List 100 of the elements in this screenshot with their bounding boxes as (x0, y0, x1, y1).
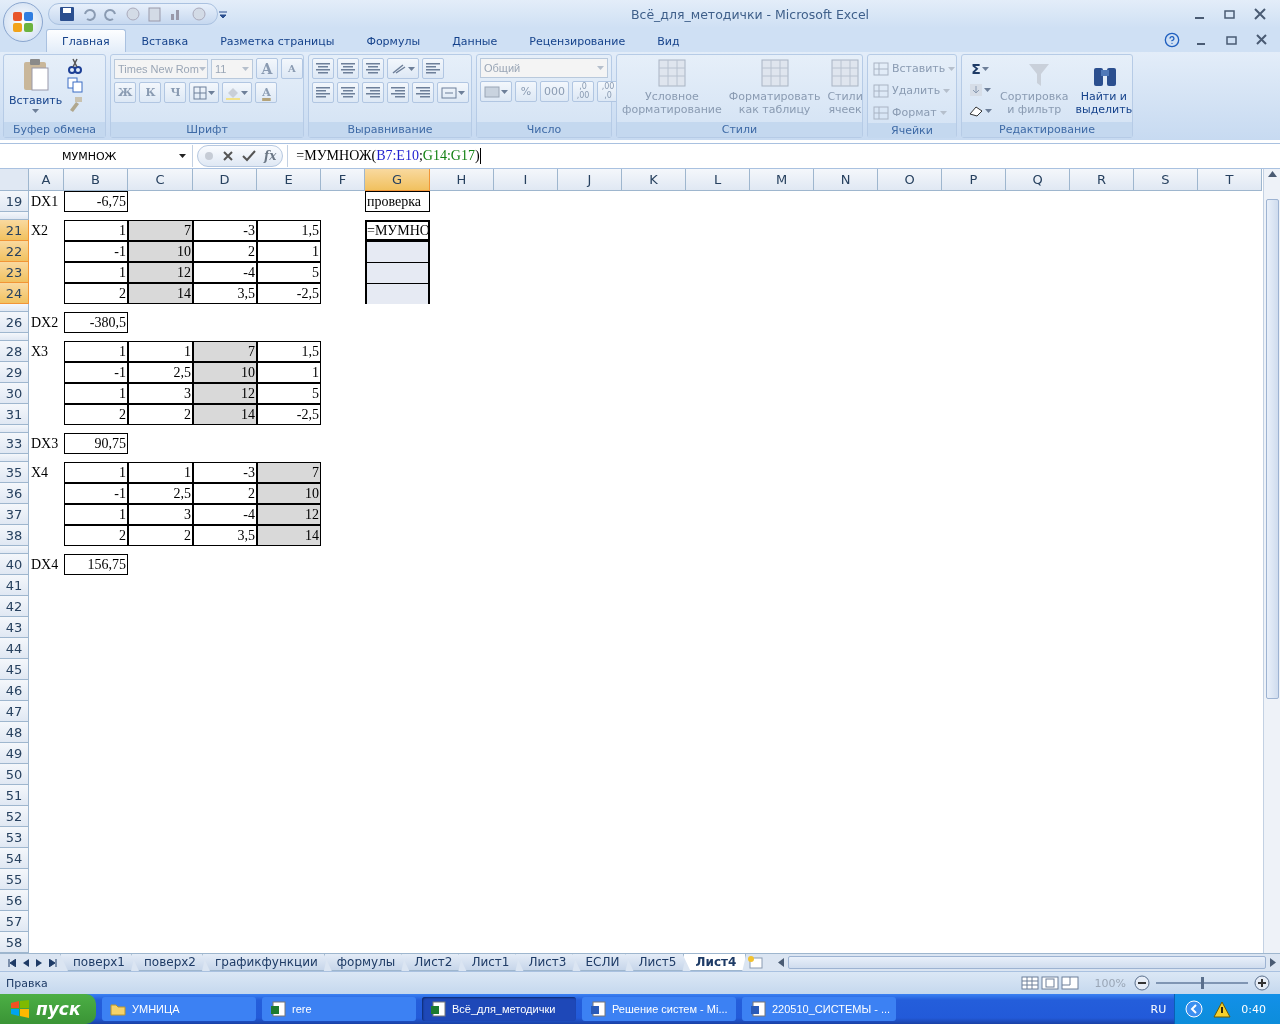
sheet-cell[interactable]: 10 (193, 362, 257, 383)
taskbar-button[interactable]: Решение систем - Mi... (582, 997, 736, 1021)
row-header[interactable]: 37 (0, 504, 29, 525)
sheet-cell[interactable]: 2 (64, 525, 128, 546)
sheet-cell[interactable]: проверка (365, 191, 430, 212)
sheet-cell[interactable]: 14 (257, 525, 321, 546)
scroll-up-icon[interactable] (1267, 171, 1277, 177)
row-header[interactable]: 55 (0, 869, 29, 890)
sheet-cell[interactable]: -6,75 (64, 191, 128, 212)
sheet-cell[interactable]: =МУМНО (365, 220, 430, 241)
row-header[interactable]: 23 (0, 262, 29, 283)
sheet-cell[interactable] (365, 283, 430, 304)
sheet-tab[interactable]: Лист5 (625, 954, 687, 971)
sheet-cell[interactable]: X4 (29, 462, 64, 483)
row-header[interactable]: 36 (0, 483, 29, 504)
column-header[interactable]: O (878, 169, 942, 191)
sheet-cell[interactable]: 5 (257, 262, 321, 283)
column-header[interactable]: H (430, 169, 494, 191)
row-header[interactable]: 50 (0, 764, 29, 785)
name-box[interactable]: МУМНОЖ (0, 145, 193, 167)
sheet-cell[interactable]: 2 (64, 404, 128, 425)
column-header[interactable]: F (321, 169, 365, 191)
merge-button[interactable] (437, 82, 469, 103)
sheet-cell[interactable]: 3 (128, 383, 193, 404)
last-sheet-icon[interactable] (48, 958, 57, 967)
column-header[interactable]: E (257, 169, 321, 191)
row-header[interactable]: 29 (0, 362, 29, 383)
row-header[interactable] (0, 333, 29, 341)
insert-function-button[interactable]: fx (264, 149, 277, 163)
sheet-tab[interactable]: формулы (323, 954, 406, 971)
increase-indent-button[interactable] (412, 82, 434, 103)
check-icon[interactable] (242, 150, 256, 162)
row-header[interactable]: 52 (0, 806, 29, 827)
sum-button[interactable]: Σ (965, 58, 995, 79)
align-right-button[interactable] (362, 82, 384, 103)
row-header[interactable]: 58 (0, 932, 29, 953)
warning-icon[interactable] (1213, 1000, 1232, 1018)
row-header[interactable]: 57 (0, 911, 29, 932)
row-header[interactable]: 45 (0, 659, 29, 680)
page-layout-icon[interactable] (1040, 975, 1059, 991)
column-header[interactable]: T (1198, 169, 1262, 191)
sheet-cell[interactable]: -2,5 (257, 283, 321, 304)
sheet-cell[interactable]: 1 (64, 220, 128, 241)
column-header[interactable]: C (128, 169, 193, 191)
align-top-button[interactable] (312, 58, 334, 79)
save-icon[interactable] (59, 6, 75, 22)
decrease-indent-button[interactable] (387, 82, 409, 103)
column-header[interactable]: S (1134, 169, 1198, 191)
formula-field[interactable]: =МУМНОЖ(B7:E10;G14:G17) (287, 145, 1280, 167)
sheet-cell[interactable]: 3,5 (193, 283, 257, 304)
language-indicator[interactable]: RU (1150, 1002, 1167, 1016)
sheet-cell[interactable]: 1 (64, 462, 128, 483)
sheet-cell[interactable]: -380,5 (64, 312, 128, 333)
borders-button[interactable] (189, 82, 220, 103)
sheet-cell[interactable]: 2 (193, 241, 257, 262)
help-icon[interactable] (1164, 32, 1180, 48)
taskbar-button[interactable]: rere (262, 997, 416, 1021)
first-sheet-icon[interactable] (7, 958, 16, 967)
ribbon-tab[interactable]: Данные (436, 29, 514, 52)
sheet-cell[interactable]: 7 (128, 220, 193, 241)
sheet-cell[interactable]: -3 (193, 220, 257, 241)
sheet-tab[interactable]: Лист4 (682, 954, 747, 971)
sheet-cell[interactable]: X3 (29, 341, 64, 362)
taskbar-button[interactable]: Всё_для_методички (422, 997, 576, 1021)
next-sheet-icon[interactable] (35, 958, 42, 967)
row-header[interactable]: 42 (0, 596, 29, 617)
sheet-cell[interactable]: 2 (128, 525, 193, 546)
sheet-cell[interactable]: 12 (257, 504, 321, 525)
row-header[interactable]: 33 (0, 433, 29, 454)
sheet-cell[interactable]: -1 (64, 483, 128, 504)
sheet-cell[interactable]: DX3 (29, 433, 64, 454)
sheet-cell[interactable]: 14 (193, 404, 257, 425)
row-header[interactable]: 48 (0, 722, 29, 743)
row-header[interactable] (0, 546, 29, 554)
ribbon-tab[interactable]: Формулы (350, 29, 437, 52)
sheet-cell[interactable]: 90,75 (64, 433, 128, 454)
sheet-cell[interactable]: 2 (128, 404, 193, 425)
sheet-cell[interactable]: 1 (257, 362, 321, 383)
sheet-tab[interactable]: Лист3 (515, 954, 577, 971)
row-header[interactable]: 30 (0, 383, 29, 404)
format-painter-icon[interactable] (67, 96, 84, 112)
page-break-icon[interactable] (1060, 975, 1079, 991)
scroll-right-icon[interactable] (1270, 958, 1276, 967)
align-center-button[interactable] (337, 82, 359, 103)
redo-icon[interactable] (103, 6, 119, 22)
sheet-cell[interactable]: 7 (257, 462, 321, 483)
find-select-button[interactable]: Найти и выделить (1073, 58, 1135, 116)
close-icon[interactable] (1252, 6, 1268, 22)
sheet-cell[interactable]: -3 (193, 462, 257, 483)
row-header[interactable]: 28 (0, 341, 29, 362)
sheet-cell[interactable]: -2,5 (257, 404, 321, 425)
row-header[interactable]: 22 (0, 241, 29, 262)
ribbon-tab[interactable]: Рецензирование (513, 29, 642, 52)
column-header[interactable]: L (686, 169, 750, 191)
sheet-cell[interactable]: 1 (257, 241, 321, 262)
row-header[interactable]: 56 (0, 890, 29, 911)
sheet-cell[interactable]: 1,5 (257, 220, 321, 241)
column-header[interactable]: G (365, 169, 430, 191)
ribbon-tab[interactable]: Вид (641, 29, 696, 52)
row-header[interactable]: 49 (0, 743, 29, 764)
